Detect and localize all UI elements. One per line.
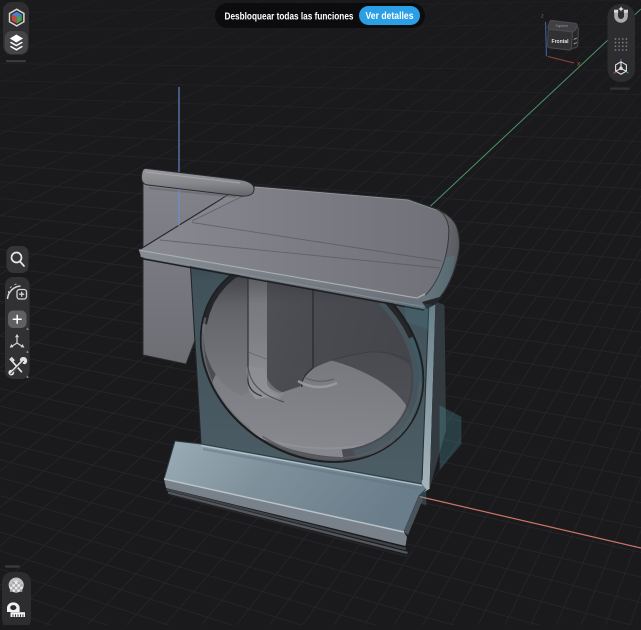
svg-text:Desbloquear todas las funcione: Desbloquear todas las funciones xyxy=(225,11,354,23)
svg-text:Frontal: Frontal xyxy=(552,39,570,45)
svg-text:z: z xyxy=(541,14,544,20)
svg-text:Superior: Superior xyxy=(556,24,569,28)
svg-text:x: x xyxy=(577,61,581,68)
svg-text:Ver detalles: Ver detalles xyxy=(366,11,414,22)
